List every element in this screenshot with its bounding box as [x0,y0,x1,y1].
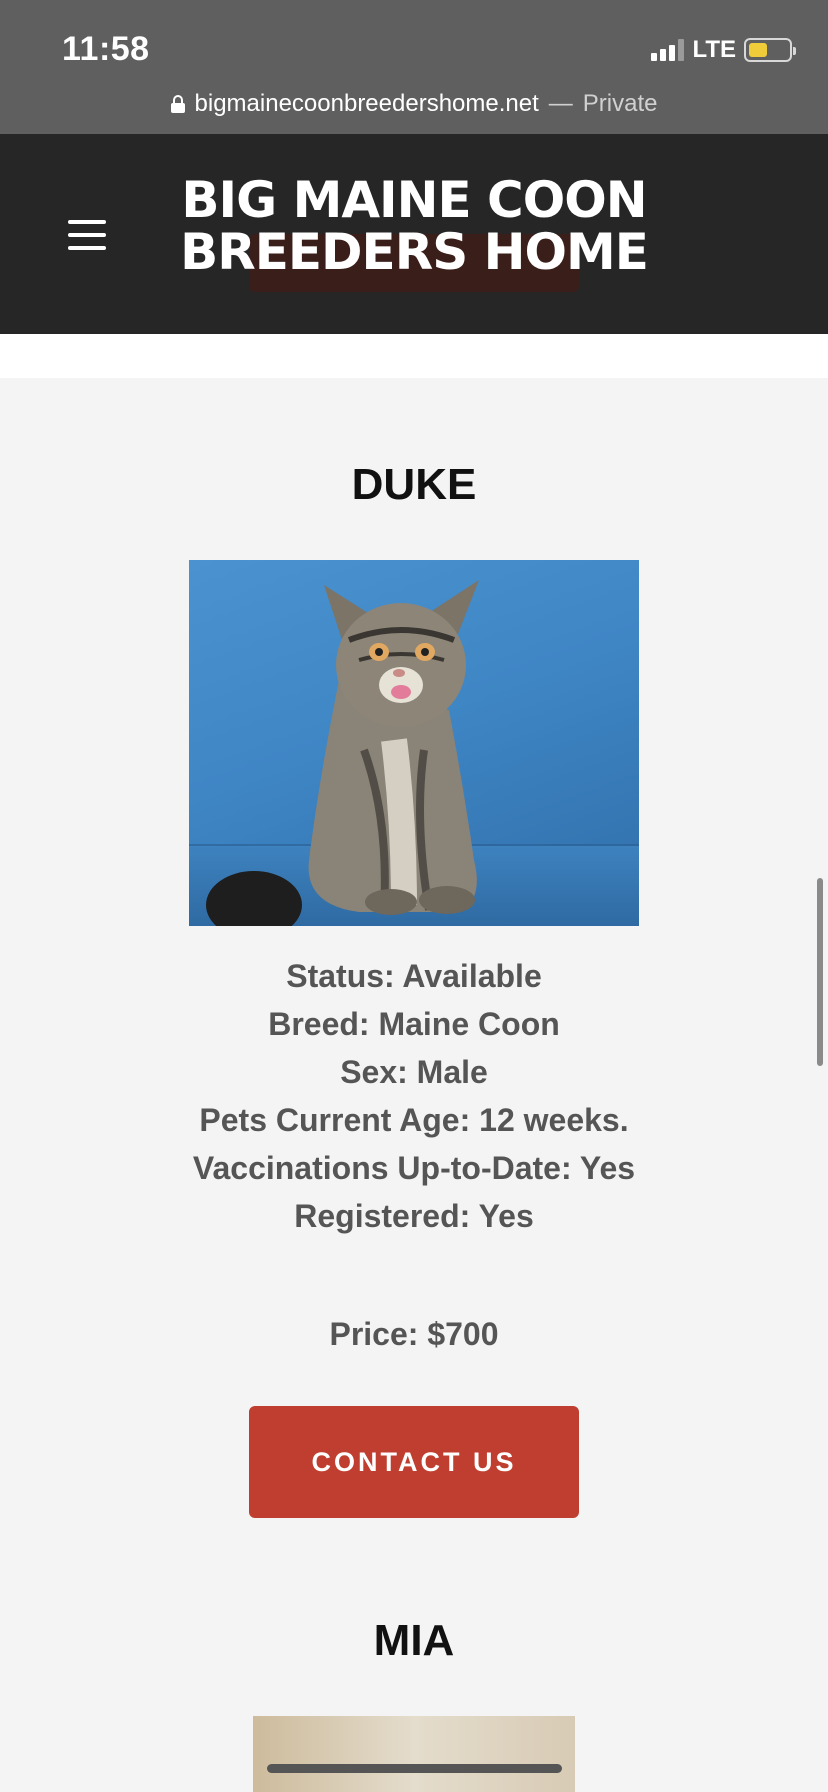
network-label: LTE [692,36,736,63]
site-header: BIG MAINE COON BREEDERS HOME [0,134,828,334]
kitten-illustration [206,580,479,926]
detail-sex: Sex: Male [340,1054,488,1090]
status-indicators: LTE [651,35,796,65]
private-mode-label: Private [582,90,658,117]
pet-photo-mia [253,1716,575,1792]
brand-line-1: BIG MAINE COON [181,171,647,229]
contact-us-button[interactable]: CONTACT US [249,1406,579,1518]
pet-name: DUKE [351,460,477,509]
detail-vaccinations: Vaccinations Up-to-Date: Yes [192,1150,636,1186]
header-spacer [0,334,828,378]
detail-age: Pets Current Age: 12 weeks. [199,1102,629,1138]
pet-name: MIA [373,1616,455,1665]
url-host: bigmainecoonbreedershome.net [194,90,539,117]
status-bar: 11:58 LTE bigmainecoonbreedershome.net —… [0,0,828,134]
detail-status: Status: Available [286,958,542,994]
pet-photo-duke [189,560,639,926]
lock-icon [170,95,185,113]
address-bar[interactable]: bigmainecoonbreedershome.net — Private [0,84,828,124]
brand-line-2: BREEDERS HOME [180,223,649,281]
detail-registered: Registered: Yes [294,1198,534,1234]
pet-price: Price: $700 [329,1316,499,1352]
scrollbar[interactable] [817,878,823,1066]
url-separator: — [548,90,573,117]
detail-breed: Breed: Maine Coon [268,1006,560,1042]
home-indicator[interactable] [267,1764,562,1773]
signal-icon [651,39,685,61]
site-logo-title[interactable]: BIG MAINE COON BREEDERS HOME [150,174,678,278]
hamburger-icon[interactable] [68,220,106,250]
pet-details: Status: Available Breed: Maine Coon Sex:… [0,952,828,1240]
status-time: 11:58 [62,30,150,68]
battery-icon [744,38,796,62]
